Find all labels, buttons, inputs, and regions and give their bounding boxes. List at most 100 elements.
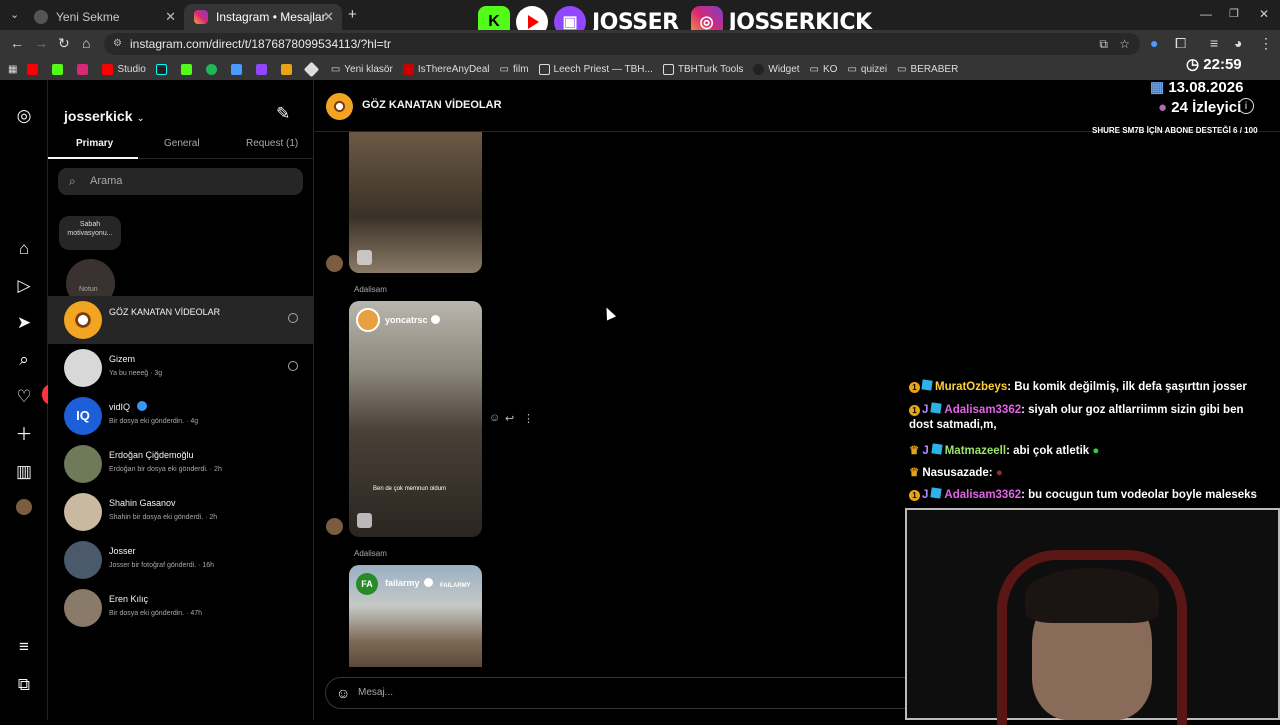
messages-icon[interactable]: ➤ bbox=[14, 313, 34, 333]
bookmark-instagram[interactable] bbox=[77, 63, 92, 75]
dashboard-icon[interactable]: ▥ bbox=[14, 462, 34, 482]
avatar bbox=[64, 445, 102, 483]
chat-line: 1 MuratOzbeys: Bu komik değilmiş, ilk def… bbox=[909, 379, 1247, 393]
conversation-item[interactable]: GÖZ KANATAN VİDEOLAR bbox=[48, 296, 314, 344]
tab-general[interactable]: General bbox=[164, 138, 200, 149]
bookmark-folder-yeni[interactable]: ▭ Yeni klasör bbox=[331, 64, 393, 75]
menu-kebab-icon[interactable]: ⋮ bbox=[1259, 35, 1273, 52]
avatar bbox=[64, 349, 102, 387]
conversation-item[interactable]: Gizem Ya bu neeeğ · 3g bbox=[48, 344, 314, 392]
reels-icon[interactable]: ▷ bbox=[14, 276, 34, 296]
maximize-button[interactable]: ❐ bbox=[1229, 7, 1239, 20]
conversation-item[interactable]: Shahin Gasanov Shahin bir dosya eki gönd… bbox=[48, 488, 314, 536]
sender-avatar[interactable] bbox=[326, 255, 343, 272]
bookmark-leech[interactable]: Leech Priest — TBH... bbox=[538, 63, 653, 75]
browser-navbar: ← → ↻ ⌂ ⚙ instagram.com/direct/t/1876878… bbox=[0, 30, 1280, 58]
bookmark-folder-film[interactable]: ▭ film bbox=[500, 64, 529, 75]
more-menu-icon[interactable]: ≡ bbox=[14, 637, 34, 657]
minimize-button[interactable]: — bbox=[1200, 7, 1212, 21]
tab-search-icon[interactable]: ⌄ bbox=[10, 8, 19, 21]
bookmark-kick[interactable] bbox=[52, 63, 67, 75]
create-icon[interactable]: ＋ bbox=[14, 425, 34, 445]
conversation-item[interactable]: IQ vidIQ Bir dosya eki gönderdin. · 4g bbox=[48, 392, 314, 440]
tab-primary[interactable]: Primary bbox=[76, 138, 113, 149]
chat-line: dost satmadi,m, bbox=[909, 419, 997, 431]
notifications-heart-icon[interactable]: ♡ bbox=[14, 387, 34, 407]
emoji-icon[interactable]: ☺ bbox=[336, 678, 350, 708]
extensions-puzzle-icon[interactable]: ⧠ bbox=[1175, 35, 1186, 52]
bookmark-twitch[interactable] bbox=[255, 63, 271, 75]
bookmark-tbh-tools[interactable]: TBHTurk Tools bbox=[662, 63, 743, 75]
bookmark-game[interactable] bbox=[280, 63, 296, 75]
bookmark-tiktok[interactable] bbox=[155, 63, 171, 75]
note-bubble: Sabah motivasyonu... bbox=[59, 216, 121, 250]
bookmark-star-icon[interactable]: ☆ bbox=[1119, 33, 1130, 55]
profile-icon[interactable]: ◕ bbox=[1234, 35, 1242, 51]
conversation-item[interactable]: Eren Kılıç Bir dosya eki gönderdin. · 47… bbox=[48, 584, 314, 632]
folder-icon: ▭ bbox=[809, 63, 819, 75]
compose-icon[interactable]: ✎ bbox=[276, 104, 290, 124]
account-switcher[interactable]: josserkick ⌄ bbox=[64, 108, 145, 124]
address-bar[interactable]: ⚙ instagram.com/direct/t/187687809953411… bbox=[104, 33, 1140, 55]
conversation-preview: Shahin bir dosya eki gönderdi. · 2h bbox=[109, 514, 218, 521]
bookmark-folder-ko[interactable]: ▭ KO bbox=[810, 64, 838, 75]
account-avatar bbox=[356, 308, 380, 332]
message-input[interactable]: ☺ Mesaj... bbox=[325, 677, 925, 709]
instagram-logo-icon[interactable]: ◎ bbox=[14, 106, 34, 126]
conversation-item[interactable]: Josser Josser bir fotoğraf gönderdi. · 1… bbox=[48, 536, 314, 584]
badge-icon: 1 bbox=[909, 382, 920, 393]
spotify-icon bbox=[205, 63, 217, 75]
close-tab-icon[interactable]: ✕ bbox=[323, 9, 334, 25]
shared-reel[interactable] bbox=[349, 132, 482, 273]
info-icon[interactable]: i bbox=[1238, 98, 1254, 114]
tab-instagram[interactable]: Instagram • Mesajlar ✕ bbox=[184, 4, 342, 30]
bookmark-edit[interactable] bbox=[230, 63, 246, 75]
forward-button[interactable]: → bbox=[34, 35, 48, 51]
widget-icon bbox=[753, 63, 765, 75]
home-button[interactable]: ⌂ bbox=[82, 35, 90, 51]
bookmark-kick-2[interactable] bbox=[180, 63, 196, 75]
bookmark-folder-beraber[interactable]: ▭ BERABER bbox=[897, 64, 958, 75]
react-emoji-icon[interactable]: ☺ bbox=[489, 412, 500, 424]
tab-new[interactable]: Yeni Sekme ✕ bbox=[24, 4, 184, 30]
edit-icon bbox=[230, 63, 242, 75]
close-window-button[interactable]: ✕ bbox=[1259, 7, 1269, 21]
shared-reel[interactable]: yoncatrsc Ben de çok memnun oldum bbox=[349, 301, 482, 537]
bookmark-spotify[interactable] bbox=[205, 63, 221, 75]
shared-reel[interactable]: FA failarmy FAILARMY bbox=[349, 565, 482, 667]
j-badge-icon: J bbox=[922, 445, 929, 457]
media-icon[interactable]: ≡ bbox=[1210, 35, 1218, 51]
group-avatar[interactable] bbox=[326, 93, 353, 120]
conversation-item[interactable]: Erdoğan Çiğdemoğlu Erdoğan bir dosya eki… bbox=[48, 440, 314, 488]
note-item[interactable]: Sabah motivasyonu... bbox=[59, 216, 121, 308]
sender-avatar[interactable] bbox=[326, 518, 343, 535]
bookmark-isthereanydeal[interactable]: IsThereAnyDeal bbox=[402, 63, 490, 75]
home-icon[interactable]: ⌂ bbox=[14, 239, 34, 259]
chat-title[interactable]: GÖZ KANATAN VİDEOLAR bbox=[362, 99, 502, 111]
reply-icon[interactable]: ↩ bbox=[505, 412, 514, 425]
reload-button[interactable]: ↻ bbox=[58, 35, 70, 52]
meta-apps-icon[interactable]: ⧉ bbox=[14, 675, 34, 695]
globe-icon bbox=[34, 10, 48, 24]
search-icon[interactable]: ⌕ bbox=[14, 350, 34, 370]
close-tab-icon[interactable]: ✕ bbox=[165, 9, 176, 25]
apps-grid-icon[interactable]: ▦ bbox=[8, 64, 17, 75]
kick-icon bbox=[180, 63, 192, 75]
cube-badge-icon bbox=[930, 402, 943, 414]
install-icon[interactable]: ⧉ bbox=[1099, 33, 1108, 55]
search-input[interactable]: ⌕ Arama bbox=[58, 168, 303, 195]
bookmark-folder-quizei[interactable]: ▭ quizei bbox=[847, 64, 887, 75]
profile-avatar[interactable] bbox=[16, 499, 32, 515]
bookmark-widget[interactable]: Widget bbox=[753, 63, 800, 75]
bookmark-label: film bbox=[512, 63, 529, 75]
conversation-name: Shahin Gasanov bbox=[109, 498, 176, 508]
back-button[interactable]: ← bbox=[10, 35, 24, 51]
more-options-icon[interactable]: ⋮ bbox=[523, 412, 534, 425]
tab-requests[interactable]: Request (1) bbox=[246, 138, 298, 149]
new-tab-button[interactable]: + bbox=[348, 6, 357, 23]
site-info-icon[interactable]: ⚙ bbox=[113, 33, 122, 55]
bookmark-diamond[interactable] bbox=[303, 61, 321, 77]
extension-icon[interactable]: ● bbox=[1150, 35, 1158, 51]
bookmark-youtube[interactable] bbox=[27, 63, 42, 75]
bookmark-studio[interactable]: Studio bbox=[102, 63, 146, 75]
